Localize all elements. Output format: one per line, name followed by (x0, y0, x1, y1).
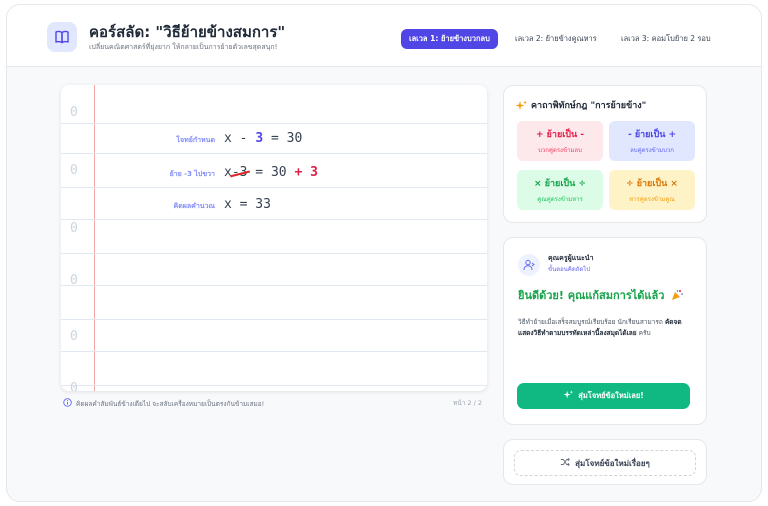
congrats-message: ยินดีด้วย! คุณแก้สมการได้แล้ว (518, 286, 684, 304)
sparkles-icon (563, 390, 574, 402)
notebook-mark: 0 (70, 163, 78, 178)
rules-panel: คาถาพิทักษ์กฎ "การย้ายข้าง" + ย้ายเป็น -… (503, 85, 707, 223)
notebook-rule-line (61, 385, 487, 386)
step-label: ย้าย -3 ไปขวา (169, 170, 215, 178)
notebook-rule-line (61, 351, 487, 352)
notebook-mark: 0 (70, 105, 78, 120)
header: คอร์สลัด: "วิธีย้ายข้างสมการ" เปลี่ยนคณิ… (7, 5, 761, 67)
next-problem-button[interactable]: สุ่มโจทย์ข้อใหม่เลย! (517, 383, 690, 409)
notebook-rule-line (61, 153, 487, 154)
rule-card-minus: - ย้ายเป็น + ลบคู่ตรงข้ามบวก (609, 121, 695, 161)
page-title: คอร์สลัด: "วิธีย้ายข้างสมการ" (89, 23, 286, 41)
random-problem-button[interactable]: สุ่มโจทย์ข้อใหม่เรื่อยๆ (514, 450, 696, 476)
info-icon (63, 398, 72, 409)
notebook-mark: 0 (70, 329, 78, 344)
notebook-margin-line (94, 85, 95, 391)
equation-line: x = 33 (224, 197, 271, 212)
random-panel: สุ่มโจทย์ข้อใหม่เรื่อยๆ (503, 439, 707, 485)
teacher-subtitle: ขั้นตอนคิดถัดไป (548, 266, 591, 273)
teacher-avatar-icon (518, 254, 540, 276)
rule-card-multiply: × ย้ายเป็น ÷ คูณคู่ตรงข้ามหาร (517, 170, 603, 210)
notebook-area: 0 0 0 0 0 0 โจทย์กำหนด x - 3 = 30 ย้าย -… (61, 85, 487, 391)
book-icon (47, 22, 77, 52)
notebook-rule-line (61, 253, 487, 254)
step-label: คิดผลคำนวณ (173, 202, 215, 210)
notebook-rule-line (61, 219, 487, 220)
equation-line: x-3 = 30 + 3 (224, 165, 318, 180)
rule-card-divide: ÷ ย้ายเป็น × หารคู่ตรงข้ามคูณ (609, 170, 695, 210)
notebook-mark: 0 (70, 273, 78, 288)
notebook-rule-line (61, 319, 487, 320)
party-icon (671, 289, 684, 304)
hint-note: คิดผลคำสัมพันธ์ข้างเดียไป จะสลับเครื่องห… (63, 398, 264, 409)
notebook-mark: 0 (70, 221, 78, 236)
page-indicator: หน้า 2 / 2 (453, 399, 483, 407)
teacher-panel: คุณครูผู้แนะนำ ขั้นตอนคิดถัดไป ยินดีด้วย… (503, 237, 707, 425)
struck-term: -3 (231, 165, 248, 180)
notebook-rule-line (61, 285, 487, 286)
notebook-mark: 0 (70, 381, 78, 391)
sparkles-icon (515, 97, 527, 116)
step-label: โจทย์กำหนด (176, 136, 215, 144)
notebook-rule-line (61, 123, 487, 124)
teacher-description: วิธีทำย้ายเมื่อเสร็จสมบูรณ์เรียบร้อย นัก… (518, 318, 682, 337)
teacher-name: คุณครูผู้แนะนำ (548, 254, 594, 262)
page-subtitle: เปลี่ยนคณิตศาสตร์ที่ยุ่งยาก ให้กลายเป็นก… (89, 43, 278, 51)
equation-line: x - 3 = 30 (224, 131, 303, 146)
rules-title: คาถาพิทักษ์กฎ "การย้ายข้าง" (531, 101, 647, 111)
tab-level-1[interactable]: เลเวล 1: ย้ายข้างบวกลบ (401, 29, 498, 49)
notebook-rule-line (61, 187, 487, 188)
app-window: คอร์สลัด: "วิธีย้ายข้างสมการ" เปลี่ยนคณิ… (6, 4, 762, 502)
tab-level-3[interactable]: เลเวล 3: คอมโบย้าย 2 รอบ (613, 29, 719, 49)
tab-level-2[interactable]: เลเวล 2: ย้ายข้างคูณหาร (507, 29, 605, 49)
rule-card-plus: + ย้ายเป็น - บวกคู่ตรงข้ามลบ (517, 121, 603, 161)
shuffle-icon (560, 457, 570, 469)
